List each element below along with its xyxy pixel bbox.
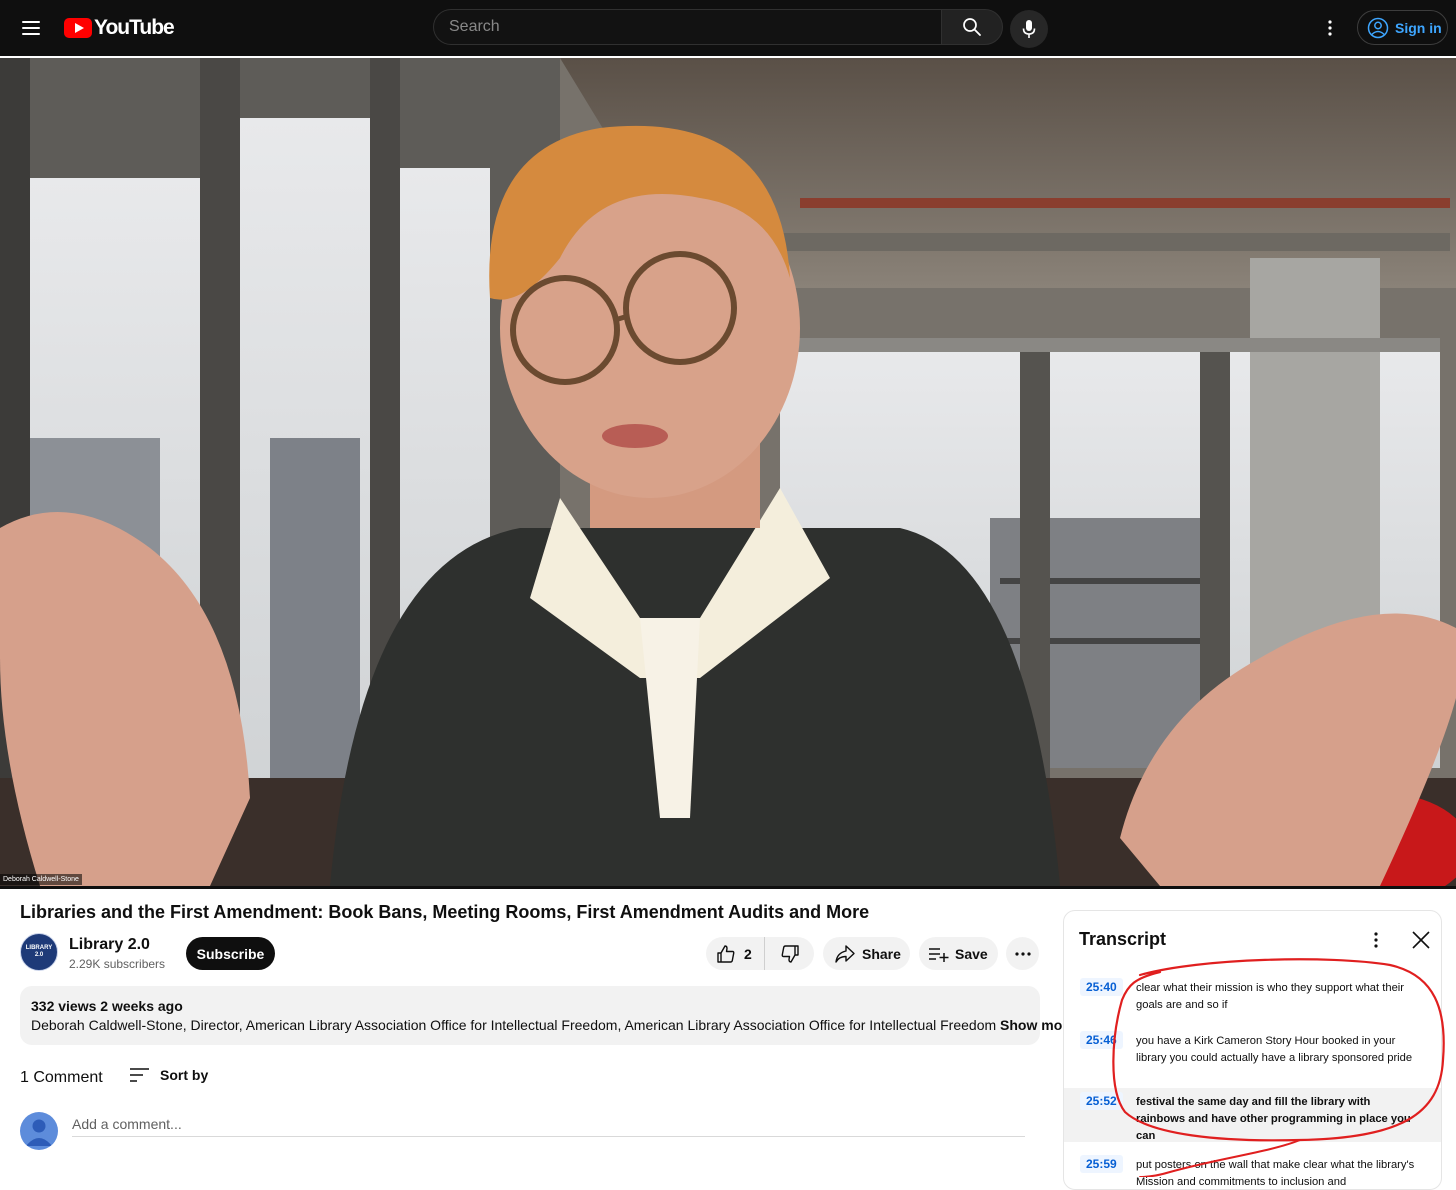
top-bar: YouTube Sign in: [0, 0, 1456, 56]
description-text: Deborah Caldwell-Stone, Director, Americ…: [31, 1016, 1076, 1035]
transcript-segment[interactable]: 25:40 clear what their mission is who th…: [1064, 974, 1441, 1026]
save-button[interactable]: Save: [919, 937, 998, 970]
speaker-name-overlay: Deborah Caldwell-Stone: [0, 874, 82, 885]
menu-icon[interactable]: [14, 12, 48, 44]
description-box[interactable]: 332 views 2 weeks ago Deborah Caldwell-S…: [20, 986, 1076, 1045]
channel-avatar[interactable]: LIBRARY 2.0: [20, 933, 58, 971]
youtube-play-icon: [64, 18, 92, 38]
like-button[interactable]: 2: [706, 937, 765, 970]
like-dislike-group: 2: [706, 937, 814, 970]
playlist-add-icon: [929, 947, 949, 962]
sign-in-label: Sign in: [1395, 19, 1442, 36]
transcript-segment[interactable]: 25:46 you have a Kirk Cameron Story Hour…: [1064, 1027, 1441, 1088]
channel-avatar-text-line1: LIBRARY: [25, 945, 53, 951]
sort-by-button[interactable]: Sort by: [130, 1067, 208, 1083]
youtube-logo[interactable]: YouTube: [64, 16, 175, 40]
share-label: Share: [862, 945, 901, 962]
sign-in-button[interactable]: Sign in: [1357, 10, 1448, 45]
search-box: [433, 9, 941, 45]
transcript-title: Transcript: [1079, 929, 1167, 949]
transcript-text: festival the same day and fill the libra…: [1136, 1096, 1411, 1142]
like-count: 2: [744, 945, 752, 962]
microphone-icon: [1022, 20, 1036, 38]
video-bottom-bar: [0, 886, 1456, 889]
channel-avatar-text-line2: 2.0: [34, 952, 44, 958]
more-actions-button[interactable]: [1006, 937, 1039, 970]
comment-input[interactable]: [72, 1111, 1025, 1137]
more-horizontal-icon: [1014, 951, 1031, 956]
more-vertical-icon: [1374, 932, 1378, 948]
logo-text: YouTube: [94, 16, 175, 39]
save-label: Save: [955, 945, 988, 962]
search-icon: [963, 18, 981, 36]
account-icon: [1367, 17, 1389, 38]
video-player[interactable]: Deborah Caldwell-Stone: [0, 58, 1456, 886]
settings-menu-button[interactable]: [1318, 14, 1342, 42]
transcript-close-button[interactable]: [1408, 927, 1434, 953]
video-frame: [0, 58, 1456, 886]
transcript-segment[interactable]: 25:59 put posters on the wall that make …: [1064, 1151, 1441, 1189]
transcript-panel: Transcript 25:40 clear what their missio…: [1063, 910, 1442, 1190]
dislike-button[interactable]: [765, 937, 814, 970]
thumbs-up-icon: [717, 944, 735, 963]
video-title: Libraries and the First Amendment: Book …: [20, 902, 870, 922]
user-silhouette-icon: [26, 1119, 52, 1146]
sort-by-label: Sort by: [160, 1067, 209, 1083]
search-input[interactable]: [434, 10, 929, 44]
channel-name[interactable]: Library 2.0: [69, 936, 150, 954]
transcript-text: clear what their mission is who they sup…: [1136, 982, 1404, 1011]
thumbs-down-icon: [781, 944, 799, 963]
search-button[interactable]: [941, 9, 1003, 45]
transcript-timestamp[interactable]: 25:59: [1080, 1155, 1123, 1173]
transcript-timestamp[interactable]: 25:52: [1080, 1092, 1123, 1110]
sort-icon: [130, 1068, 149, 1082]
comment-count: 1 Comment: [20, 1069, 103, 1086]
voice-search-button[interactable]: [1010, 10, 1048, 48]
transcript-text: you have a Kirk Cameron Story Hour booke…: [1136, 1035, 1413, 1064]
subscriber-count: 2.29K subscribers: [69, 957, 166, 971]
more-vertical-icon: [1328, 20, 1332, 36]
user-avatar: [20, 1112, 58, 1150]
share-icon: [835, 944, 855, 963]
transcript-menu-button[interactable]: [1365, 928, 1387, 952]
transcript-text: put posters on the wall that make clear …: [1136, 1159, 1415, 1188]
close-icon: [1412, 931, 1430, 949]
subscribe-button[interactable]: Subscribe: [186, 937, 275, 970]
transcript-timestamp[interactable]: 25:46: [1080, 1031, 1123, 1049]
transcript-segment-active[interactable]: 25:52 festival the same day and fill the…: [1064, 1088, 1441, 1142]
view-stats: 332 views 2 weeks ago: [31, 998, 183, 1014]
share-button[interactable]: Share: [823, 937, 910, 970]
transcript-timestamp[interactable]: 25:40: [1080, 978, 1123, 996]
description-body: Deborah Caldwell-Stone, Director, Americ…: [31, 1017, 997, 1033]
